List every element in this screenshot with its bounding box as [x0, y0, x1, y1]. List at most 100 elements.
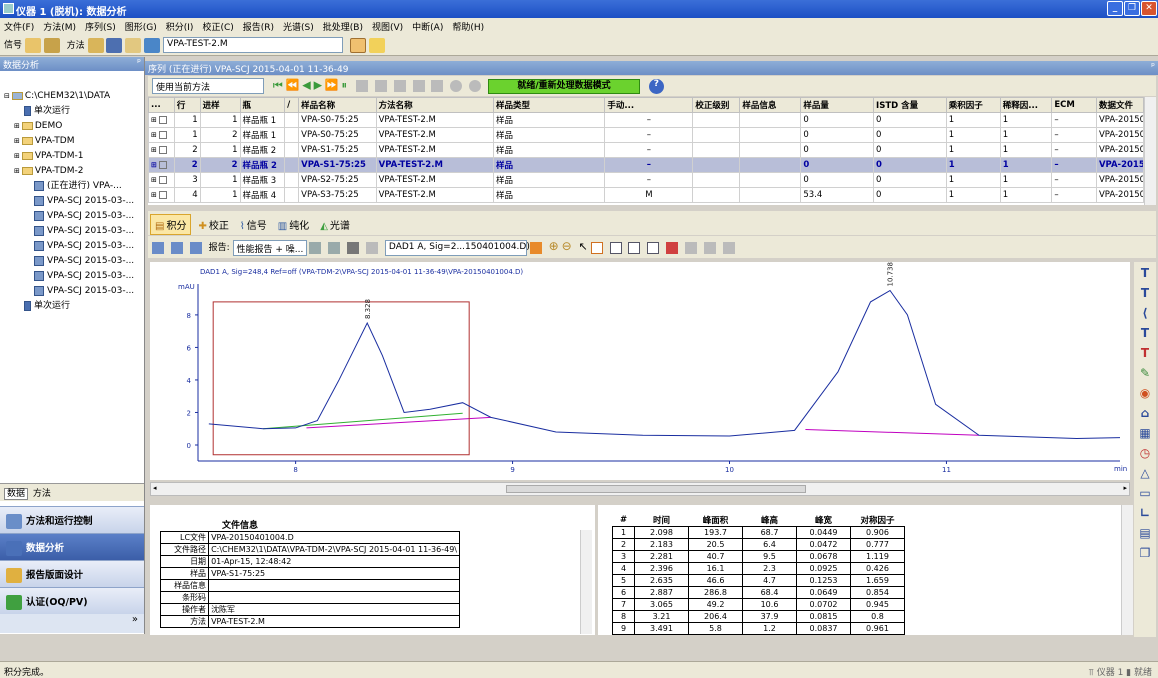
- tree-item[interactable]: VPA-SCJ 2015-03-...: [4, 254, 144, 269]
- tree-item[interactable]: ⊟ C:\CHEM32\1\DATA: [4, 89, 144, 104]
- expand-icon[interactable]: ⊞: [151, 176, 157, 184]
- menu-item[interactable]: 积分(I): [166, 23, 194, 33]
- scroll-thumb[interactable]: [506, 485, 806, 493]
- nav-expand-icon[interactable]: »: [0, 614, 144, 633]
- table-cell[interactable]: 1: [999, 157, 1053, 173]
- close-button[interactable]: ✕: [1141, 1, 1157, 16]
- nav-item[interactable]: 方法和运行控制: [0, 506, 144, 533]
- table-cell[interactable]: 1: [945, 112, 1001, 128]
- table-cell[interactable]: 0: [873, 142, 947, 158]
- pin-icon[interactable]: ᵖ: [137, 58, 141, 68]
- table-cell[interactable]: 1: [999, 172, 1053, 188]
- stop-icon[interactable]: [450, 80, 463, 92]
- table-cell[interactable]: –: [1051, 112, 1097, 128]
- table-cell[interactable]: [284, 142, 300, 158]
- view-tab[interactable]: ▤ 积分: [150, 214, 192, 235]
- help-icon[interactable]: ?: [648, 78, 664, 94]
- column-header[interactable]: 乘积因子: [945, 97, 1001, 113]
- edit-events-icon[interactable]: [189, 241, 202, 254]
- column-header[interactable]: 样品信息: [739, 97, 802, 113]
- tangent-icon[interactable]: [628, 241, 641, 254]
- peak-row[interactable]: 1 2.098 193.7 68.7 0.0449 0.906: [612, 526, 905, 539]
- table-cell[interactable]: [692, 157, 741, 173]
- table-cell[interactable]: 样品瓶 2: [239, 142, 286, 158]
- peak-marker-icon[interactable]: ✎: [1137, 366, 1153, 382]
- table-cell[interactable]: VPA-S1-75:25: [298, 157, 377, 173]
- tree-item[interactable]: VPA-SCJ 2015-03-...: [4, 269, 144, 284]
- table-cell[interactable]: 2: [199, 157, 241, 173]
- table-cell[interactable]: 1: [999, 127, 1053, 143]
- table-cell[interactable]: 样品瓶 1: [239, 127, 286, 143]
- table-cell[interactable]: –: [604, 142, 694, 158]
- tree-item[interactable]: ⊞ VPA-TDM: [4, 134, 144, 149]
- expand-icon[interactable]: ⊞: [151, 161, 157, 169]
- view-tab[interactable]: ✚ 校正: [194, 215, 232, 234]
- table-cell[interactable]: 1: [999, 142, 1053, 158]
- next-block-icon[interactable]: ⏩: [325, 79, 339, 92]
- menu-item[interactable]: 光谱(S): [283, 23, 314, 33]
- table-cell[interactable]: VPA-S0-75:25: [298, 112, 377, 128]
- method-label[interactable]: 方法: [67, 41, 85, 51]
- column-header[interactable]: 手动...: [604, 97, 694, 113]
- menu-item[interactable]: 批处理(B): [323, 23, 363, 33]
- table-cell[interactable]: 2: [199, 127, 241, 143]
- peak-tool-icon[interactable]: ∟: [1137, 506, 1153, 522]
- table-cell[interactable]: 1: [199, 172, 241, 188]
- table-cell[interactable]: 0: [800, 112, 875, 128]
- lock-icon[interactable]: [366, 241, 379, 254]
- table-cell[interactable]: VPA-TEST-2.M: [375, 187, 494, 203]
- peak-row[interactable]: 7 3.065 49.2 10.6 0.0702 0.945: [612, 598, 905, 611]
- table-cell[interactable]: ⊞: [148, 127, 175, 143]
- zoom-out-icon[interactable]: ⊖: [562, 239, 572, 253]
- scroll-right-icon[interactable]: ▸: [1123, 484, 1127, 492]
- maximize-button[interactable]: ❐: [1124, 1, 1140, 16]
- table-cell[interactable]: VPA-S3-75:25: [298, 187, 377, 203]
- nav-item[interactable]: 报告版面设计: [0, 560, 144, 587]
- table-cell[interactable]: 样品: [492, 142, 606, 158]
- table-cell[interactable]: 3: [173, 172, 201, 188]
- peak-row[interactable]: 8 3.21 206.4 37.9 0.0815 0.8: [612, 610, 905, 623]
- table-cell[interactable]: –: [1051, 172, 1097, 188]
- table-cell[interactable]: 1: [199, 112, 241, 128]
- table-cell[interactable]: ⊞: [148, 112, 175, 128]
- column-header[interactable]: 进样: [199, 97, 241, 113]
- tree-item[interactable]: VPA-SCJ 2015-03-...: [4, 224, 144, 239]
- table-cell[interactable]: 样品: [492, 172, 606, 188]
- column-header[interactable]: ...: [148, 97, 175, 113]
- table-row[interactable]: ⊞ 2 2 样品瓶 2 VPA-S1-75:25 VPA-TEST-2.M 样品 –0 0 1 1–…: [148, 157, 1144, 173]
- view-tab[interactable]: ◭ 光谱: [316, 215, 354, 234]
- prev-icon[interactable]: ◀: [302, 79, 310, 92]
- expand-icon[interactable]: ⊞: [151, 116, 157, 124]
- row-checkbox[interactable]: [158, 190, 167, 199]
- menu-item[interactable]: 中断(A): [412, 23, 443, 33]
- text-add-icon[interactable]: T: [1137, 326, 1153, 342]
- expand-icon[interactable]: ⊞: [151, 191, 157, 199]
- split-peak-icon[interactable]: [609, 241, 622, 254]
- tree-item[interactable]: VPA-SCJ 2015-03-...: [4, 194, 144, 209]
- table-cell[interactable]: [284, 127, 300, 143]
- table-cell[interactable]: –: [604, 112, 694, 128]
- table-cell[interactable]: [739, 187, 802, 203]
- tree-item[interactable]: ⊞ DEMO: [4, 119, 144, 134]
- column-header[interactable]: /: [284, 97, 300, 113]
- integrate-icon[interactable]: [152, 241, 164, 254]
- column-header[interactable]: ECM: [1051, 97, 1097, 113]
- table-cell[interactable]: 2: [173, 142, 201, 158]
- table-row[interactable]: ⊞ 1 1 样品瓶 1 VPA-S0-75:25 VPA-TEST-2.M 样品 –0 0 1 1–…: [148, 112, 1144, 128]
- table-cell[interactable]: 1: [199, 142, 241, 158]
- table-cell[interactable]: 样品瓶 4: [239, 187, 286, 203]
- report-preview-icon[interactable]: [309, 241, 322, 254]
- signal-label[interactable]: 信号: [4, 41, 22, 51]
- negative-peak-icon[interactable]: [722, 241, 735, 254]
- table-cell[interactable]: 0: [873, 157, 947, 173]
- menu-item[interactable]: 图形(G): [125, 23, 157, 33]
- expand-icon[interactable]: ⊞: [14, 152, 20, 160]
- text-large-icon[interactable]: T: [1137, 286, 1153, 302]
- table-row[interactable]: ⊞ 3 1 样品瓶 3 VPA-S2-75:25 VPA-TEST-2.M 样品 –0 0 1 1–…: [148, 172, 1144, 188]
- table-row[interactable]: ⊞ 2 1 样品瓶 2 VPA-S1-75:25 VPA-TEST-2.M 样品 –0 0 1 1–…: [148, 142, 1144, 158]
- method-field[interactable]: VPA-TEST-2.M: [163, 37, 344, 53]
- table-cell[interactable]: 0: [800, 172, 875, 188]
- pin-icon[interactable]: ᵖ: [1151, 62, 1155, 72]
- table-cell[interactable]: 53.4: [800, 187, 875, 203]
- file-info-scrollbar[interactable]: [580, 530, 592, 634]
